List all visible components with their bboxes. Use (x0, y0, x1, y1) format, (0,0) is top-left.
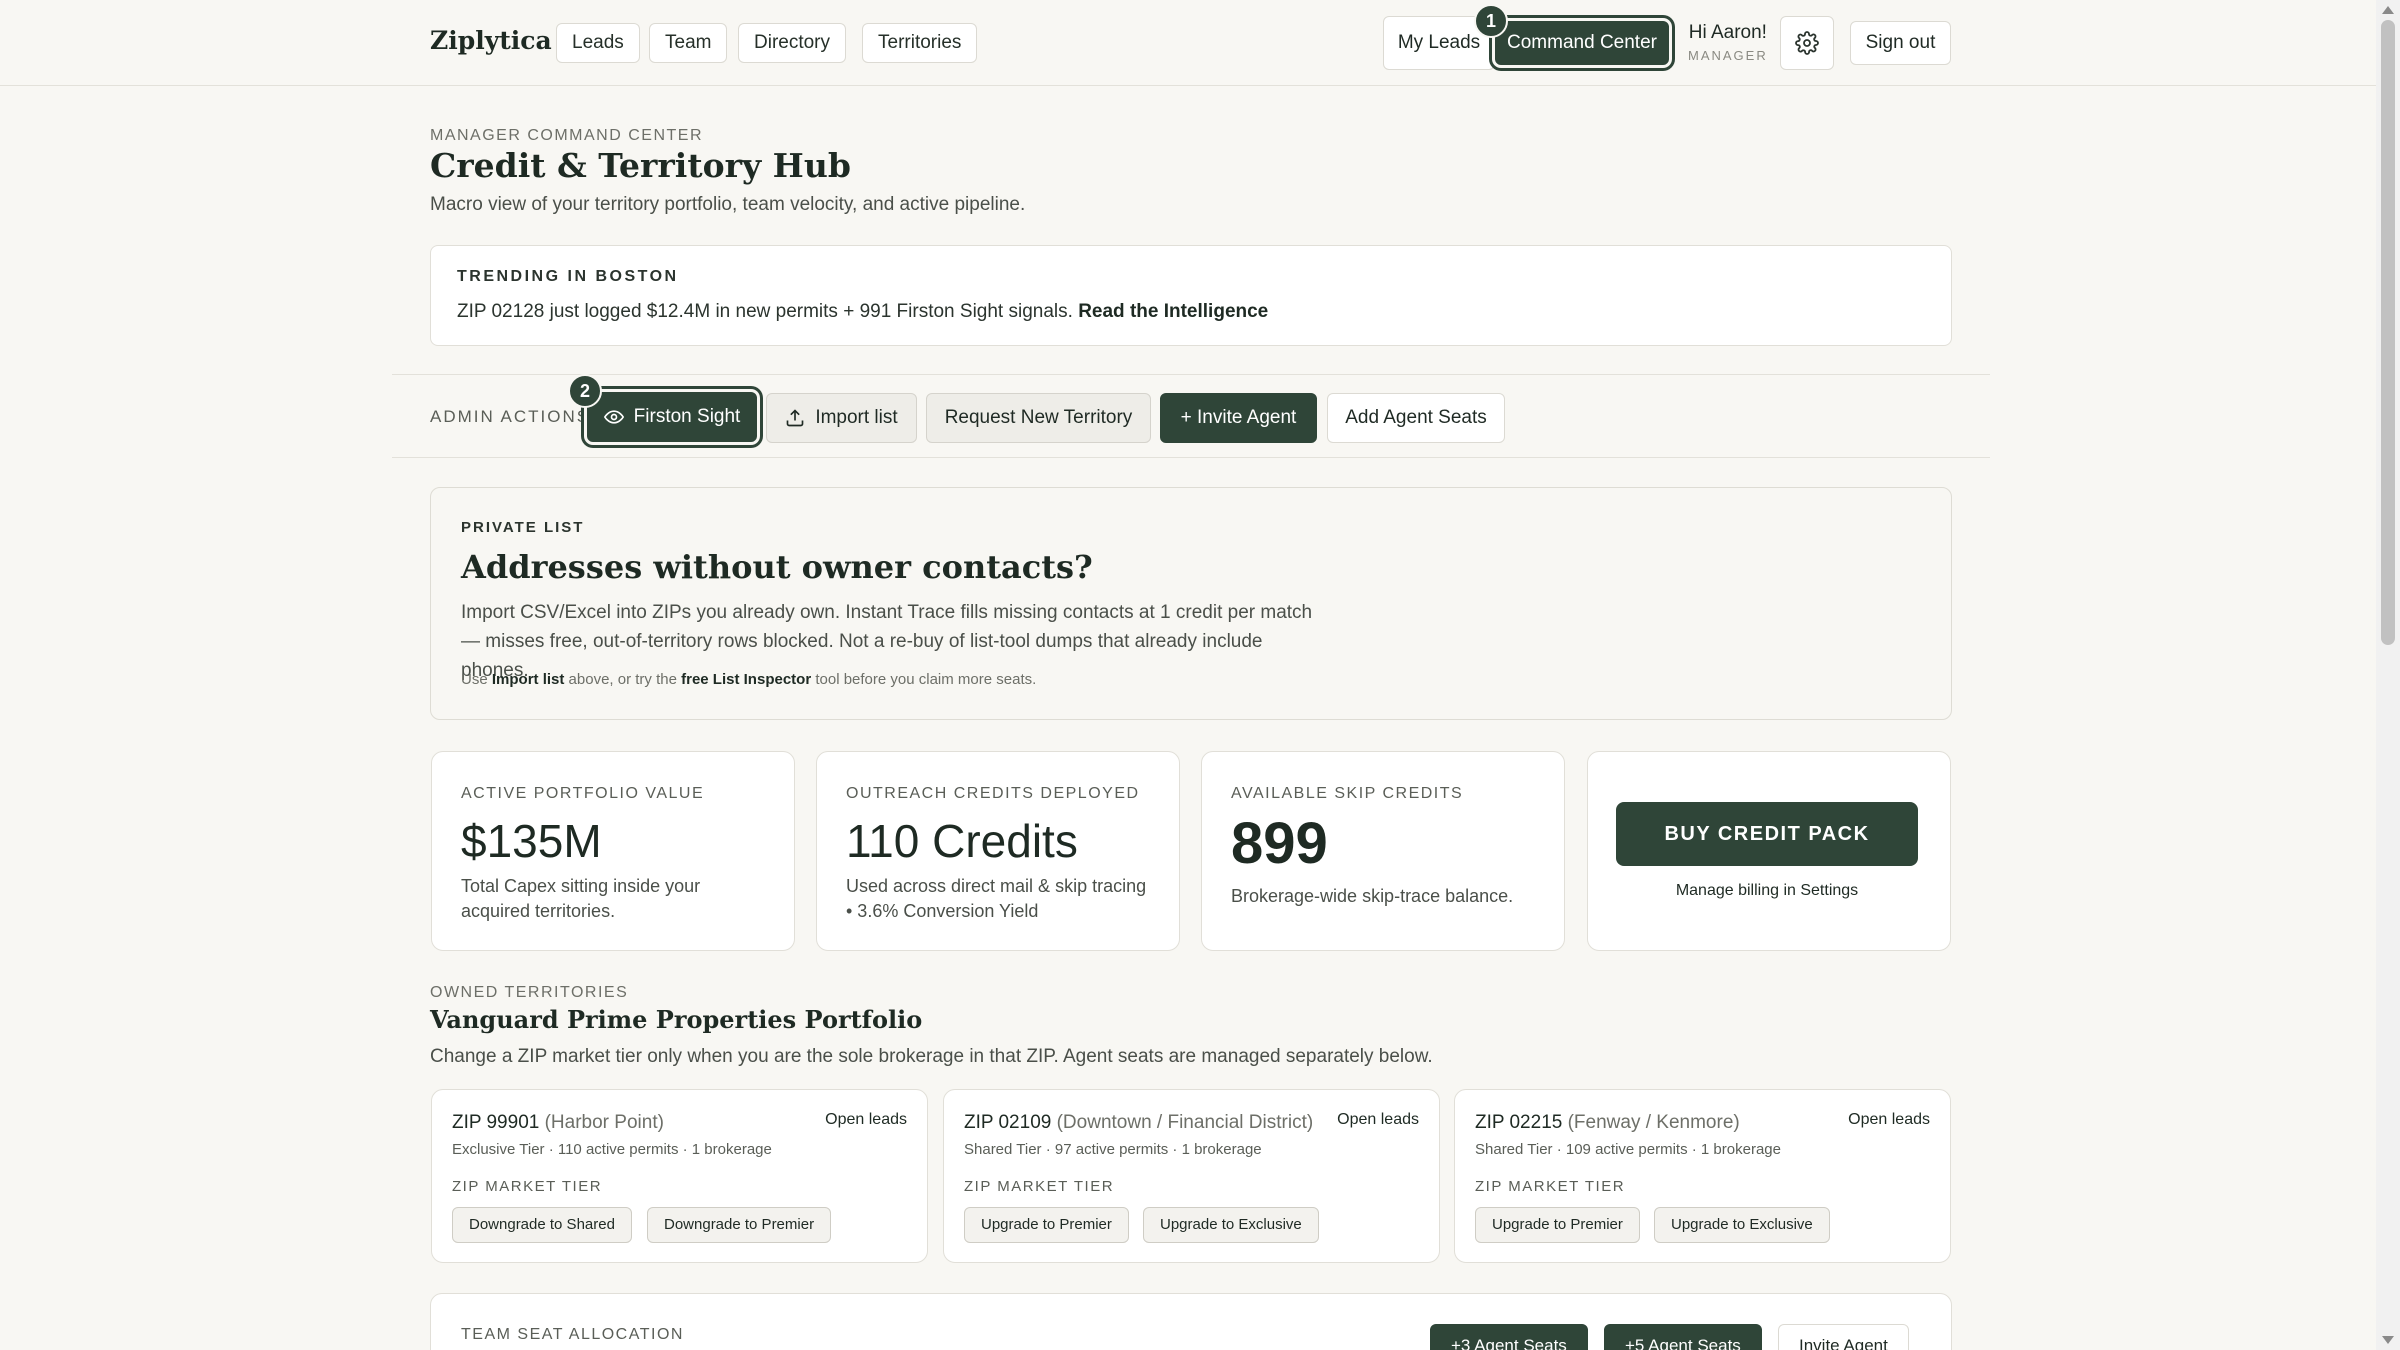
add-3-seats-button[interactable]: +3 Agent Seats (1430, 1324, 1588, 1350)
import-list-button[interactable]: Import list (766, 393, 917, 443)
zip-tier-label: ZIP MARKET TIER (964, 1178, 1115, 1195)
command-center-button[interactable]: Command Center (1495, 21, 1669, 65)
zip-meta: Exclusive Tier · 110 active permits · 1 … (452, 1141, 772, 1158)
zip-title: ZIP 99901 (Harbor Point) (452, 1112, 664, 1134)
zip-title: ZIP 02109 (Downtown / Financial District… (964, 1112, 1313, 1134)
owned-territories-eyebrow: OWNED TERRITORIES (430, 984, 629, 1001)
zip-meta: Shared Tier · 109 active permits · 1 bro… (1475, 1141, 1781, 1158)
team-seat-card: TEAM SEAT ALLOCATION +3 Agent Seats +5 A… (430, 1293, 1952, 1350)
top-navigation-bar (0, 0, 2376, 86)
note-post: tool before you claim more seats. (815, 671, 1037, 688)
admin-actions-label: ADMIN ACTIONS (430, 407, 591, 426)
manage-billing-link[interactable]: Manage billing in Settings (1587, 882, 1947, 900)
zip-area: (Fenway / Kenmore) (1567, 1112, 1740, 1133)
user-role: MANAGER (1688, 48, 1768, 63)
greeting-text: Hi Aaron! (1688, 22, 1767, 43)
zip-title: ZIP 02215 (Fenway / Kenmore) (1475, 1112, 1740, 1134)
invite-agent-button[interactable]: + Invite Agent (1160, 393, 1317, 443)
private-list-card: PRIVATE LIST Addresses without owner con… (430, 487, 1952, 720)
stat-card-portfolio: ACTIVE PORTFOLIO VALUE $135M Total Capex… (431, 751, 795, 951)
eye-icon (603, 410, 624, 424)
page-eyebrow: MANAGER COMMAND CENTER (430, 127, 704, 144)
stat-label: OUTREACH CREDITS DEPLOYED (846, 785, 1140, 802)
nav-leads[interactable]: Leads (556, 23, 640, 63)
import-list-link[interactable]: Import list (492, 671, 565, 688)
page-title: Credit & Territory Hub (430, 146, 851, 185)
private-list-note: Use Import list above, or try the free L… (461, 671, 1036, 688)
add-5-seats-button[interactable]: +5 Agent Seats (1604, 1324, 1762, 1350)
trending-label: TRENDING IN BOSTON (457, 268, 679, 285)
stat-description: Brokerage-wide skip-trace balance. (1231, 886, 1514, 906)
stat-value: $135M (461, 815, 602, 867)
zip-code: ZIP 02109 (964, 1112, 1052, 1133)
open-leads-link[interactable]: Open leads (1848, 1111, 1930, 1129)
team-seat-label: TEAM SEAT ALLOCATION (461, 1326, 684, 1343)
trending-banner: TRENDING IN BOSTON ZIP 02128 just logged… (430, 245, 1952, 346)
note-mid: above, or try the (568, 671, 677, 688)
page-scrollbar[interactable] (2376, 0, 2400, 1350)
upload-icon (786, 409, 804, 427)
request-territory-button[interactable]: Request New Territory (926, 393, 1151, 443)
open-leads-link[interactable]: Open leads (1337, 1111, 1419, 1129)
portfolio-title: Vanguard Prime Properties Portfolio (430, 1005, 923, 1034)
stat-card-skip-credits: AVAILABLE SKIP CREDITS 899 Brokerage-wid… (1201, 751, 1565, 951)
stat-label: AVAILABLE SKIP CREDITS (1231, 785, 1464, 802)
downgrade-premier-button[interactable]: Downgrade to Premier (647, 1207, 832, 1243)
upgrade-exclusive-button[interactable]: Upgrade to Exclusive (1143, 1207, 1319, 1243)
private-list-tag: PRIVATE LIST (461, 519, 585, 536)
upgrade-premier-button[interactable]: Upgrade to Premier (964, 1207, 1129, 1243)
buy-credit-pack-button[interactable]: BUY CREDIT PACK (1616, 802, 1918, 866)
downgrade-shared-button[interactable]: Downgrade to Shared (452, 1207, 632, 1243)
page-subtitle: Macro view of your territory portfolio, … (430, 194, 1026, 215)
seat-invite-agent-button[interactable]: Invite Agent (1778, 1324, 1909, 1350)
stat-card-outreach: OUTREACH CREDITS DEPLOYED 110 Credits Us… (816, 751, 1180, 951)
nav-team[interactable]: Team (649, 23, 728, 63)
import-list-label: Import list (815, 407, 898, 428)
note-pre: Use (461, 671, 488, 688)
scroll-down-icon[interactable] (2382, 1336, 2394, 1344)
zip-code: ZIP 99901 (452, 1112, 540, 1133)
user-greeting: Hi Aaron! MANAGER (1688, 22, 1768, 63)
sign-out-button[interactable]: Sign out (1850, 21, 1951, 65)
read-intelligence-link[interactable]: Read the Intelligence (1078, 301, 1268, 322)
zip-tier-label: ZIP MARKET TIER (452, 1178, 603, 1195)
private-list-title: Addresses without owner contacts? (461, 548, 1093, 586)
scrollbar-thumb[interactable] (2381, 20, 2395, 645)
scroll-up-icon[interactable] (2382, 6, 2394, 14)
step-marker-1: 1 (1474, 4, 1508, 38)
zip-meta: Shared Tier · 97 active permits · 1 brok… (964, 1141, 1262, 1158)
firston-sight-button[interactable]: Firston Sight (587, 392, 757, 442)
brand-logo[interactable]: Ziplytica (430, 26, 552, 55)
zip-card: ZIP 02215 (Fenway / Kenmore) Open leads … (1454, 1089, 1951, 1263)
open-leads-link[interactable]: Open leads (825, 1111, 907, 1129)
stat-description: Total Capex sitting inside your acquired… (461, 876, 701, 921)
zip-tier-label: ZIP MARKET TIER (1475, 1178, 1626, 1195)
stat-value: 899 (1231, 811, 1328, 876)
nav-territories[interactable]: Territories (862, 23, 978, 63)
step-marker-2: 2 (568, 374, 602, 408)
upgrade-exclusive-button[interactable]: Upgrade to Exclusive (1654, 1207, 1830, 1243)
zip-card: ZIP 02109 (Downtown / Financial District… (943, 1089, 1440, 1263)
list-inspector-link[interactable]: free List Inspector (681, 671, 811, 688)
zip-code: ZIP 02215 (1475, 1112, 1563, 1133)
add-agent-seats-button[interactable]: Add Agent Seats (1327, 393, 1505, 443)
trending-message: ZIP 02128 just logged $12.4M in new perm… (457, 301, 1073, 322)
portfolio-subtitle: Change a ZIP market tier only when you a… (430, 1046, 1433, 1067)
settings-button[interactable] (1780, 16, 1834, 70)
firston-sight-label: Firston Sight (633, 406, 741, 427)
zip-card: ZIP 99901 (Harbor Point) Open leads Excl… (431, 1089, 928, 1263)
zip-area: (Harbor Point) (544, 1112, 664, 1133)
zip-area: (Downtown / Financial District) (1056, 1112, 1314, 1133)
upgrade-premier-button[interactable]: Upgrade to Premier (1475, 1207, 1640, 1243)
nav-directory[interactable]: Directory (738, 23, 847, 63)
gear-icon (1795, 31, 1819, 55)
trending-text: ZIP 02128 just logged $12.4M in new perm… (457, 301, 1268, 323)
stat-value: 110 Credits (846, 815, 1078, 867)
stat-description: Used across direct mail & skip tracing •… (846, 876, 1147, 921)
stat-label: ACTIVE PORTFOLIO VALUE (461, 785, 705, 802)
